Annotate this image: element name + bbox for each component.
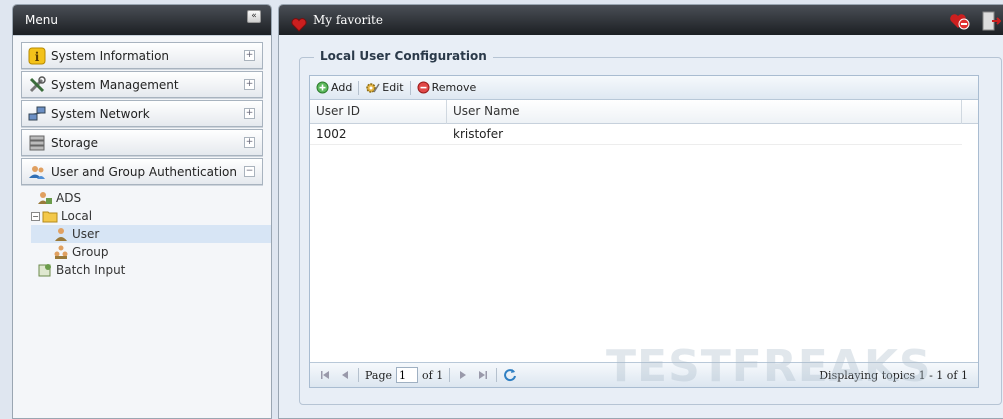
menu-section-label: System Information xyxy=(51,48,170,63)
pager-status: Displaying topics 1 - 1 of 1 xyxy=(819,369,968,382)
remove-label: Remove xyxy=(431,81,477,94)
menu-section-label: System Management xyxy=(51,77,179,92)
menu-panel: Menu « i System Information + System Man… xyxy=(12,4,272,419)
menu-section-label: System Network xyxy=(51,106,150,121)
page-number-input[interactable] xyxy=(396,367,419,383)
tree-item-local[interactable]: − Local xyxy=(31,207,263,225)
menu-title: Menu xyxy=(25,13,58,27)
tree-item-label: User xyxy=(72,227,100,241)
logout-icon[interactable] xyxy=(979,10,1002,43)
tree-item-batch-input[interactable]: Batch Input xyxy=(31,261,263,279)
page-label: Page xyxy=(365,368,393,382)
table-row[interactable]: 1002 kristofer xyxy=(310,124,962,145)
column-header-user-id[interactable]: User ID xyxy=(310,100,447,124)
toolbar-separator xyxy=(409,80,411,95)
users-icon xyxy=(28,163,46,181)
user-grid: Add Edit Remove User ID User Name 1002 k… xyxy=(309,75,979,388)
menu-section-system-information[interactable]: i System Information + xyxy=(21,42,263,69)
remove-favorite-icon[interactable] xyxy=(949,11,971,42)
edit-gear-icon xyxy=(366,82,380,93)
batch-input-icon xyxy=(37,262,53,278)
folder-icon xyxy=(42,208,58,224)
remove-button[interactable]: Remove xyxy=(417,81,477,94)
column-header-user-name[interactable]: User Name xyxy=(447,100,962,124)
group-icon xyxy=(53,244,69,260)
menu-section-label: User and Group Authentication xyxy=(51,164,237,179)
favorite-heart-icon[interactable] xyxy=(291,13,307,43)
cell-user-id: 1002 xyxy=(316,127,347,141)
grid-toolbar: Add Edit Remove xyxy=(310,76,978,100)
grid-pager: Page of 1 Displaying topics 1 - 1 of 1 xyxy=(310,362,978,387)
tools-icon xyxy=(28,75,46,94)
auth-tree: ADS − Local User Group Batch Input xyxy=(21,189,271,279)
last-page-icon[interactable] xyxy=(476,368,490,382)
svg-text:i: i xyxy=(35,50,40,64)
info-icon: i xyxy=(28,47,46,65)
collapse-icon[interactable]: − xyxy=(244,166,255,177)
user-icon xyxy=(53,226,69,242)
collapse-menu-button[interactable]: « xyxy=(247,10,261,23)
menu-header: Menu « xyxy=(13,5,271,35)
page-of-label: of 1 xyxy=(422,368,444,382)
expand-icon[interactable]: + xyxy=(244,50,255,61)
toolbar-separator xyxy=(358,80,360,95)
tree-item-user[interactable]: User xyxy=(31,225,271,243)
edit-button[interactable]: Edit xyxy=(365,81,404,95)
fieldset-legend: Local User Configuration xyxy=(314,49,493,63)
tree-item-label: Local xyxy=(61,209,93,223)
menu-section-user-group-auth[interactable]: User and Group Authentication − xyxy=(21,158,263,185)
pager-separator xyxy=(449,368,451,382)
add-icon xyxy=(316,81,329,94)
next-page-icon[interactable] xyxy=(456,368,470,382)
main-panel: My favorite Local User Configuration Add… xyxy=(278,4,1003,419)
menu-section-label: Storage xyxy=(51,135,98,150)
prev-page-icon[interactable] xyxy=(338,368,352,382)
grid-header: User ID User Name xyxy=(310,100,978,124)
first-page-icon[interactable] xyxy=(318,368,332,382)
expand-icon[interactable]: + xyxy=(244,79,255,90)
menu-section-system-management[interactable]: System Management + xyxy=(21,71,263,98)
remove-icon xyxy=(417,81,430,94)
expand-icon[interactable]: + xyxy=(244,137,255,148)
menu-body: i System Information + System Management… xyxy=(13,35,271,418)
tree-item-ads[interactable]: ADS xyxy=(31,189,263,207)
edit-label: Edit xyxy=(382,81,404,94)
main-header: My favorite xyxy=(279,5,1003,35)
tree-item-label: Batch Input xyxy=(56,263,126,277)
pager-separator xyxy=(496,368,498,382)
expand-icon[interactable]: + xyxy=(244,108,255,119)
refresh-icon[interactable] xyxy=(503,368,517,382)
add-button[interactable]: Add xyxy=(316,81,352,94)
tree-collapse-icon[interactable]: − xyxy=(31,211,40,221)
tree-item-group[interactable]: Group xyxy=(31,243,263,261)
ads-icon xyxy=(37,190,53,206)
network-icon xyxy=(28,105,46,123)
tree-item-label: Group xyxy=(72,245,109,259)
add-label: Add xyxy=(331,81,353,94)
cell-user-name: kristofer xyxy=(453,127,504,141)
pager-separator xyxy=(358,368,359,382)
menu-section-storage[interactable]: Storage + xyxy=(21,129,263,156)
my-favorite-label[interactable]: My favorite xyxy=(313,13,383,27)
tree-item-label: ADS xyxy=(56,191,82,205)
menu-section-system-network[interactable]: System Network + xyxy=(21,100,263,127)
storage-icon xyxy=(28,134,46,152)
